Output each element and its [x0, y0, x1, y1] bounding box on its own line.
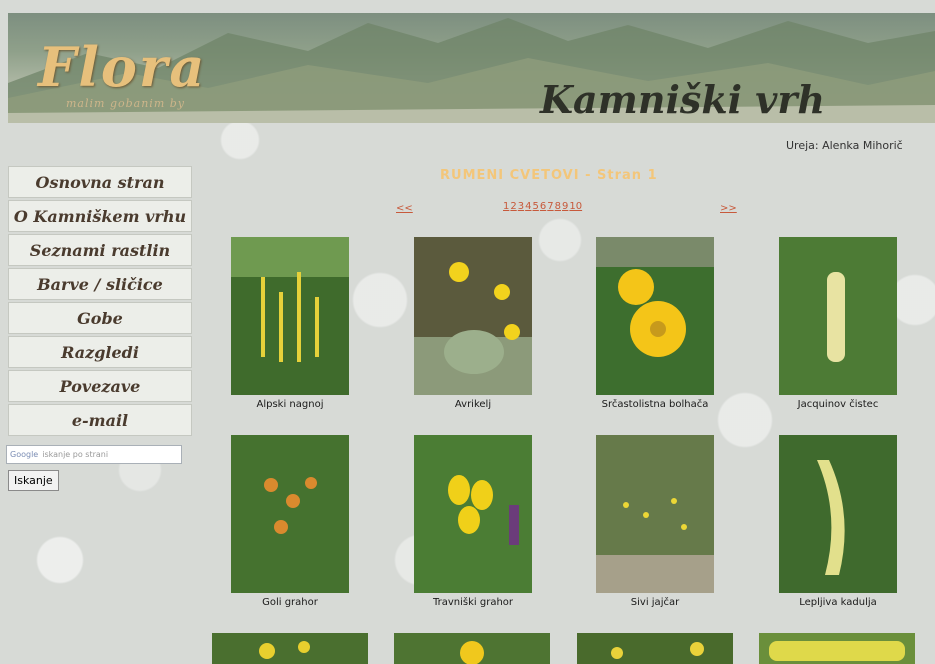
- page-link-6[interactable]: 6: [540, 201, 546, 212]
- page-link-10[interactable]: 10: [569, 201, 582, 212]
- flower-caption[interactable]: Avrikelj: [393, 399, 553, 410]
- nav-views[interactable]: Razgledi: [8, 336, 192, 368]
- nav-links[interactable]: Povezave: [8, 370, 192, 402]
- search-button[interactable]: Iskanje: [8, 470, 59, 491]
- page-link-5[interactable]: 5: [533, 201, 539, 212]
- search-placeholder: iskanje po strani: [42, 450, 109, 459]
- flower-thumbnail[interactable]: [231, 435, 349, 593]
- site-logo[interactable]: Flora: [38, 35, 206, 99]
- prev-page-link[interactable]: <<: [396, 203, 413, 214]
- search-input[interactable]: Google iskanje po strani: [6, 445, 182, 464]
- page-link-4[interactable]: 4: [525, 201, 531, 212]
- page-link-8[interactable]: 8: [555, 201, 561, 212]
- flower-caption[interactable]: Sivi jajčar: [575, 597, 735, 608]
- page-link-9[interactable]: 9: [562, 201, 568, 212]
- flower-caption[interactable]: Travniški grahor: [393, 597, 553, 608]
- flower-thumbnail[interactable]: [414, 237, 532, 395]
- sidebar-menu: Osnovna stran O Kamniškem vrhu Seznami r…: [8, 166, 192, 438]
- page-link-1[interactable]: 1: [503, 201, 509, 212]
- next-page-link[interactable]: >>: [720, 203, 737, 214]
- page: Flora malim gobanim by Kamniški vrh Urej…: [0, 0, 935, 664]
- flower-thumbnail[interactable]: [231, 237, 349, 395]
- page-link-3[interactable]: 3: [518, 201, 524, 212]
- flower-thumbnail[interactable]: [212, 633, 368, 664]
- nav-mushrooms[interactable]: Gobe: [8, 302, 192, 334]
- logo-subtitle: malim gobanim by: [66, 97, 186, 110]
- flower-thumbnail[interactable]: [394, 633, 550, 664]
- pagination: 1 2 3 4 5 6 7 8 9 10: [503, 201, 582, 212]
- flower-thumbnail[interactable]: [759, 633, 915, 664]
- page-link-7[interactable]: 7: [547, 201, 553, 212]
- flower-thumbnail[interactable]: [414, 435, 532, 593]
- flower-thumbnail[interactable]: [596, 237, 714, 395]
- flower-thumbnail[interactable]: [779, 237, 897, 395]
- header-banner: Flora malim gobanim by Kamniški vrh: [8, 13, 935, 123]
- nav-plant-lists[interactable]: Seznami rastlin: [8, 234, 192, 266]
- flower-thumbnail[interactable]: [596, 435, 714, 593]
- site-title: Kamniški vrh: [540, 77, 826, 122]
- flower-caption[interactable]: Lepljiva kadulja: [758, 597, 918, 608]
- page-link-2[interactable]: 2: [510, 201, 516, 212]
- page-heading: RUMENI CVETOVI - Stran 1: [440, 168, 658, 183]
- flower-caption[interactable]: Srčastolistna bolhača: [575, 399, 735, 410]
- flower-caption[interactable]: Jacquinov čistec: [758, 399, 918, 410]
- flower-caption[interactable]: Goli grahor: [210, 597, 370, 608]
- flower-thumbnail[interactable]: [577, 633, 733, 664]
- editor-credit: Ureja: Alenka Mihorič: [786, 139, 903, 152]
- nav-colors-pictures[interactable]: Barve / sličice: [8, 268, 192, 300]
- nav-email[interactable]: e-mail: [8, 404, 192, 436]
- nav-about-kamniski-vrh[interactable]: O Kamniškem vrhu: [8, 200, 192, 232]
- nav-home[interactable]: Osnovna stran: [8, 166, 192, 198]
- flower-caption[interactable]: Alpski nagnoj: [210, 399, 370, 410]
- flower-thumbnail[interactable]: [779, 435, 897, 593]
- google-logo: Google: [10, 450, 39, 459]
